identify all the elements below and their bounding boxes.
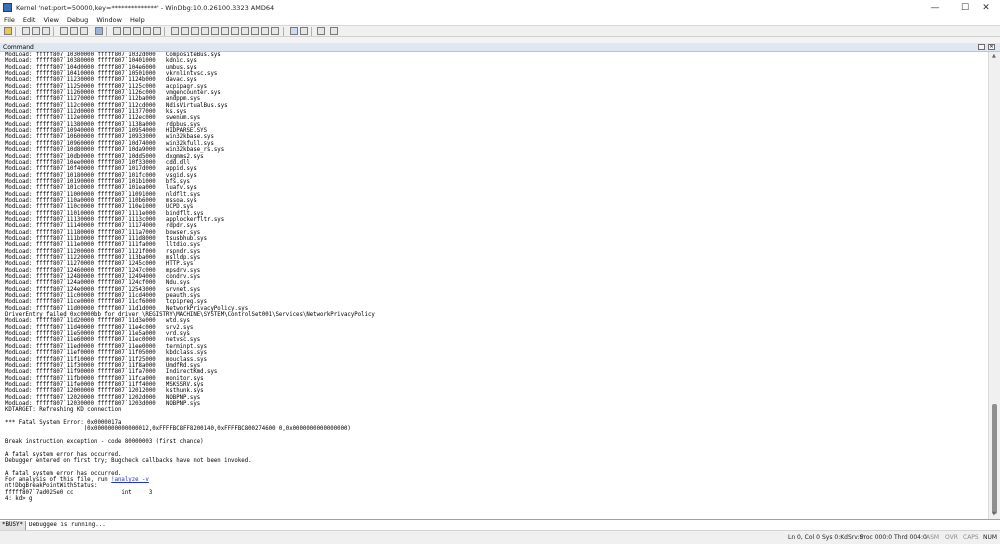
status-thread: Thrd 004:0 xyxy=(894,534,927,541)
status-bar: Ln 0, Col 0 Sys 0:KdSrv:S Proc 000:0 Thr… xyxy=(0,530,1000,544)
menu-window[interactable]: Window xyxy=(92,16,126,24)
analyze-link[interactable]: !analyze -v xyxy=(111,477,149,483)
menu-view[interactable]: View xyxy=(39,16,62,24)
font-icon[interactable] xyxy=(300,27,308,35)
toolbar-separator xyxy=(53,27,54,36)
analysis-hint-text: For analysis of this file, run xyxy=(5,477,112,484)
toolbar-separator xyxy=(106,27,107,36)
watch-window-icon[interactable] xyxy=(181,27,189,35)
command-window-icon[interactable] xyxy=(171,27,179,35)
step-into-icon[interactable] xyxy=(113,27,121,35)
dock-menu-icon[interactable] xyxy=(978,44,985,50)
scrollbar-thumb[interactable] xyxy=(992,404,997,514)
scroll-up-icon[interactable]: ▲ xyxy=(992,53,996,59)
go-icon[interactable] xyxy=(60,27,68,35)
restart-icon[interactable] xyxy=(70,27,78,35)
menu-help[interactable]: Help xyxy=(126,16,149,24)
step-out-icon[interactable] xyxy=(133,27,141,35)
source-mode-icon[interactable] xyxy=(271,27,279,35)
command-input[interactable] xyxy=(25,520,932,530)
vertical-scrollbar[interactable]: ▲ ▼ xyxy=(988,52,1000,519)
command-window-header: Command xyxy=(0,43,1000,52)
minimize-button[interactable]: — xyxy=(921,0,949,15)
toolbar xyxy=(0,25,1000,37)
menu-file[interactable]: File xyxy=(0,16,19,24)
call-stack-window-icon[interactable] xyxy=(221,27,229,35)
memory-window-icon[interactable] xyxy=(211,27,219,35)
status-line-col: Ln 0, Col 0 xyxy=(788,534,820,541)
stop-debugging-icon[interactable] xyxy=(80,27,88,35)
command-output[interactable]: ModLoad: fffff807`10300000 fffff807`1032… xyxy=(0,52,988,519)
status-num: NUM xyxy=(983,534,998,541)
menu-bar: File Edit View Debug Window Help xyxy=(0,15,1000,25)
break-icon[interactable] xyxy=(95,27,103,35)
menu-debug[interactable]: Debug xyxy=(63,16,92,24)
status-asm: ASM xyxy=(926,534,940,541)
processes-threads-icon[interactable] xyxy=(251,27,259,35)
busy-prompt: *BUSY* xyxy=(0,520,26,530)
paste-icon[interactable] xyxy=(42,27,50,35)
toolbar-separator xyxy=(164,27,165,36)
cut-icon[interactable] xyxy=(22,27,30,35)
command-input-bar: *BUSY* xyxy=(0,519,1000,530)
status-ovr: OVR xyxy=(945,534,958,541)
step-over-icon[interactable] xyxy=(123,27,131,35)
close-button[interactable]: ✕ xyxy=(972,0,1000,15)
locals-window-icon[interactable] xyxy=(191,27,199,35)
registers-window-icon[interactable] xyxy=(201,27,209,35)
run-to-cursor-icon[interactable] xyxy=(143,27,151,35)
window-title: Kernel 'net:port=50000,key=*************… xyxy=(16,3,275,12)
status-system: Sys 0:KdSrv:S xyxy=(822,534,864,541)
options-dialog-icon[interactable] xyxy=(330,27,338,35)
toolbar-separator xyxy=(311,27,312,36)
toolbar-separator xyxy=(283,27,284,36)
disassembly-window-icon[interactable] xyxy=(231,27,239,35)
options-icon[interactable] xyxy=(261,27,269,35)
command-window-title: Command xyxy=(3,43,34,51)
status-caps: CAPS xyxy=(963,534,979,541)
open-folder-icon[interactable] xyxy=(4,27,12,35)
toolbar-separator xyxy=(15,27,16,36)
windbg-app-icon xyxy=(3,3,12,12)
title-bar: Kernel 'net:port=50000,key=*************… xyxy=(0,0,1000,15)
source-mode-toggle-icon[interactable] xyxy=(290,27,298,35)
status-process: Proc 000:0 xyxy=(860,534,893,541)
menu-edit[interactable]: Edit xyxy=(19,16,40,24)
font-size-icon[interactable] xyxy=(317,27,325,35)
command-output-text-tail: nt!DbgBreakPointWithStatus: fffff807`7ad… xyxy=(5,483,153,503)
command-output-text: ModLoad: fffff807`10300000 fffff807`1032… xyxy=(5,52,375,477)
scratch-pad-icon[interactable] xyxy=(241,27,249,35)
close-pane-icon[interactable]: ✕ xyxy=(988,44,995,50)
insert-breakpoint-icon[interactable] xyxy=(153,27,161,35)
scroll-down-icon[interactable]: ▼ xyxy=(992,511,996,517)
copy-icon[interactable] xyxy=(32,27,40,35)
